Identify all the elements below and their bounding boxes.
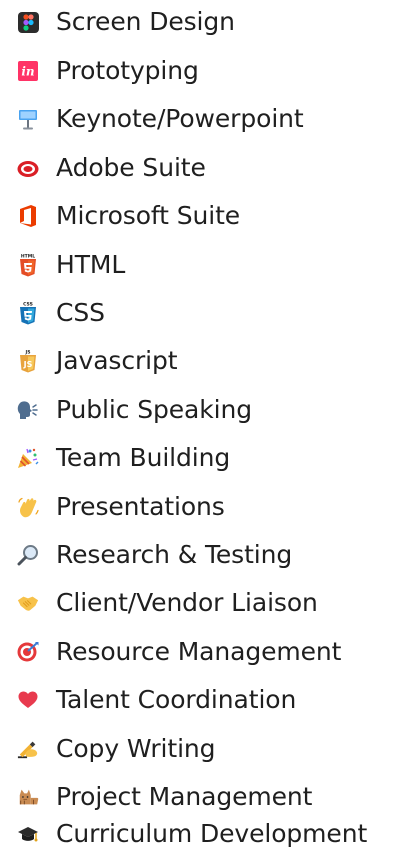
- skill-item-research-testing: Research & Testing: [0, 535, 292, 575]
- skill-label: Public Speaking: [56, 395, 253, 424]
- skill-label: Adobe Suite: [56, 153, 206, 182]
- skill-item-public-speaking: Public Speaking: [0, 390, 252, 430]
- magnifying-glass-icon: [17, 544, 39, 566]
- skill-item-curriculum-development: Curriculum Development: [0, 814, 367, 854]
- invision-icon: in: [17, 60, 39, 82]
- skill-label: Resource Management: [56, 637, 342, 666]
- waving-hand-icon: [17, 496, 39, 518]
- skill-item-talent-coordination: Talent Coordination: [0, 680, 296, 720]
- heart-icon: [17, 689, 39, 711]
- skill-label: Presentations: [56, 492, 225, 521]
- skill-label: Copy Writing: [56, 734, 216, 763]
- skill-label: Talent Coordination: [56, 685, 297, 714]
- writing-hand-icon: [17, 738, 39, 760]
- svg-text:JS: JS: [25, 350, 31, 356]
- skill-label: Research & Testing: [56, 540, 293, 569]
- skill-item-project-management: Project Management: [0, 777, 312, 817]
- skill-item-html: HTML HTML: [0, 245, 125, 285]
- skill-label: Client/Vendor Liaison: [56, 588, 318, 617]
- handshake-icon: [17, 592, 39, 614]
- skill-item-resource-management: Resource Management: [0, 632, 341, 672]
- figma-icon: [17, 11, 39, 33]
- skill-label: Curriculum Development: [56, 819, 368, 848]
- css3-icon: CSS: [17, 302, 39, 325]
- skill-label: Javascript: [56, 346, 178, 375]
- javascript-icon: JS JS: [17, 350, 39, 373]
- skill-label: Screen Design: [56, 7, 235, 36]
- skill-item-javascript: JS JS Javascript: [0, 341, 178, 381]
- direct-hit-icon: [17, 641, 39, 663]
- keynote-icon: [17, 108, 39, 130]
- skill-label: Microsoft Suite: [56, 201, 241, 230]
- skill-label: Team Building: [56, 443, 231, 472]
- skill-label: Keynote/Powerpoint: [56, 104, 304, 133]
- skill-item-css: CSS CSS: [0, 293, 105, 333]
- skill-item-microsoft-suite: Microsoft Suite: [0, 196, 240, 236]
- svg-text:CSS: CSS: [23, 302, 33, 308]
- adobe-creative-cloud-icon: [17, 157, 39, 179]
- microsoft-office-icon: [17, 205, 39, 227]
- cat-icon: [17, 786, 39, 808]
- svg-text:JS: JS: [23, 360, 33, 369]
- skill-item-presentations: Presentations: [0, 487, 225, 527]
- skill-item-keynote-powerpoint: Keynote/Powerpoint: [0, 99, 304, 139]
- skill-item-prototyping: in Prototyping: [0, 51, 199, 91]
- svg-text:in: in: [21, 65, 34, 79]
- speaking-head-icon: [17, 399, 39, 421]
- skill-item-team-building: Team Building: [0, 438, 230, 478]
- graduation-cap-icon: [17, 823, 39, 845]
- skill-item-screen-design: Screen Design: [0, 2, 235, 42]
- skill-item-client-vendor-liaison: Client/Vendor Liaison: [0, 583, 318, 623]
- skill-label: CSS: [56, 298, 105, 327]
- skill-label: Prototyping: [56, 56, 199, 85]
- skill-item-copy-writing: Copy Writing: [0, 729, 216, 769]
- party-popper-icon: [17, 447, 39, 469]
- svg-text:HTML: HTML: [21, 254, 35, 260]
- skill-item-adobe-suite: Adobe Suite: [0, 148, 206, 188]
- skill-label: HTML: [56, 250, 126, 279]
- skill-label: Project Management: [56, 782, 313, 811]
- html5-icon: HTML: [17, 254, 39, 277]
